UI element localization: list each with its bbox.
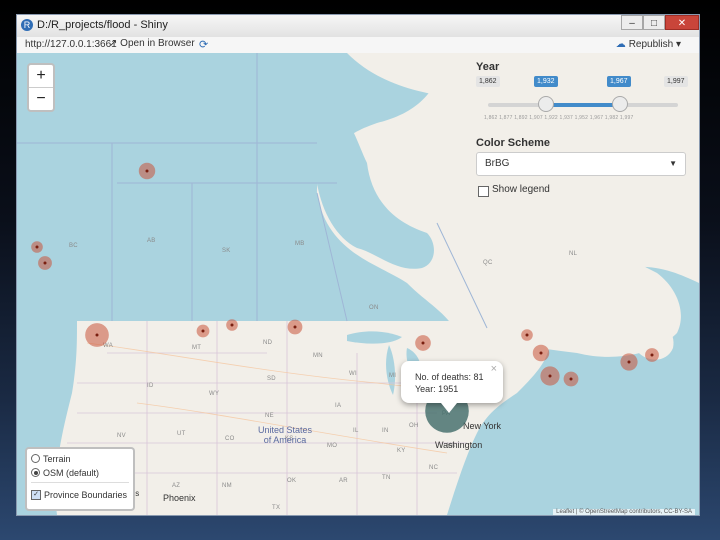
year-from-badge: 1,932: [534, 76, 558, 87]
popup-tip: [441, 403, 457, 413]
marker-popup: × No. of deaths: 81 Year: 1951: [401, 361, 503, 413]
flood-marker-center: [230, 323, 234, 327]
flood-marker-center: [95, 333, 99, 337]
osm-radio[interactable]: [31, 468, 40, 478]
flood-marker-center: [201, 329, 205, 333]
chevron-down-icon: ▼: [669, 159, 677, 168]
flood-marker-center: [35, 245, 39, 249]
layer-province-option[interactable]: ✓ Province Boundaries: [31, 489, 127, 501]
year-slider-from-handle[interactable]: [538, 96, 554, 112]
province-label: Province Boundaries: [44, 490, 128, 500]
flood-marker-center: [539, 351, 543, 355]
osm-label: OSM (default): [43, 468, 100, 478]
flood-marker-center: [627, 360, 631, 364]
app-window: R D:/R_projects/flood - Shiny – □ ✕ http…: [16, 14, 700, 516]
minimize-button[interactable]: –: [621, 15, 643, 30]
popup-close-button[interactable]: ×: [491, 363, 497, 375]
year-min-badge: 1,862: [476, 76, 500, 87]
layer-osm-option[interactable]: OSM (default): [31, 467, 99, 479]
title-bar: R D:/R_projects/flood - Shiny – □ ✕: [17, 15, 699, 38]
year-slider-ticks: 1,862 1,877 1,892 1,907 1,922 1,937 1,95…: [484, 115, 634, 121]
show-legend-checkbox[interactable]: [478, 186, 489, 197]
flood-marker-center: [43, 261, 47, 265]
flood-marker-center: [569, 377, 573, 381]
viewer-toolbar: http://127.0.0.1:3661 ↗ Open in Browser …: [17, 37, 699, 54]
terrain-label: Terrain: [43, 454, 71, 464]
republish-label: Republish: [628, 39, 674, 50]
year-to-badge: 1,967: [607, 76, 631, 87]
show-legend-label: Show legend: [492, 184, 550, 195]
terrain-radio[interactable]: [31, 454, 40, 464]
color-scheme-label: Color Scheme: [476, 137, 550, 149]
url-text: http://127.0.0.1:3661: [25, 39, 117, 50]
flood-marker-center: [145, 169, 149, 173]
year-max-badge: 1,997: [664, 76, 688, 87]
refresh-icon[interactable]: ⟳: [199, 38, 208, 51]
year-slider-range: [546, 103, 620, 107]
color-scheme-select[interactable]: BrBG ▼: [476, 152, 686, 176]
layer-divider: [31, 482, 129, 483]
publish-icon: ☁: [615, 39, 626, 50]
layer-control: Terrain OSM (default) ✓ Province Boundari…: [25, 447, 135, 511]
zoom-control: + −: [27, 63, 55, 112]
maximize-button[interactable]: □: [643, 15, 665, 30]
control-panel: Year 1,862 1,932 1,967 1,997 1,862 1,877…: [474, 59, 689, 207]
flood-marker-center: [293, 325, 297, 329]
flood-marker-center: [525, 333, 529, 337]
open-in-browser-button[interactable]: ↗ Open in Browser: [109, 38, 195, 49]
year-slider-to-handle[interactable]: [612, 96, 628, 112]
r-studio-logo-icon: R: [21, 19, 33, 31]
flood-marker-center: [650, 353, 654, 357]
leaflet-map[interactable]: BC AB SK MB ON QC NL WA MT ND MN WI MI N…: [17, 53, 699, 515]
flood-marker-center: [548, 374, 552, 378]
popup-deaths: No. of deaths: 81: [415, 372, 484, 382]
flood-marker-center: [421, 341, 425, 345]
province-checkbox[interactable]: ✓: [31, 489, 41, 500]
year-label: Year: [476, 61, 500, 73]
open-in-browser-label: Open in Browser: [120, 38, 195, 49]
zoom-in-button[interactable]: +: [29, 65, 53, 88]
layer-terrain-option[interactable]: Terrain: [31, 453, 71, 465]
close-button[interactable]: ✕: [665, 15, 699, 30]
color-scheme-value: BrBG: [485, 158, 510, 169]
window-title: D:/R_projects/flood - Shiny: [37, 19, 168, 31]
map-attribution: Leaflet | © OpenStreetMap contributors, …: [553, 509, 695, 515]
popup-year: Year: 1951: [415, 384, 459, 394]
zoom-out-button[interactable]: −: [29, 88, 53, 110]
open-external-icon: ↗: [109, 38, 121, 49]
republish-button[interactable]: ☁ Republish ▾: [616, 39, 681, 50]
